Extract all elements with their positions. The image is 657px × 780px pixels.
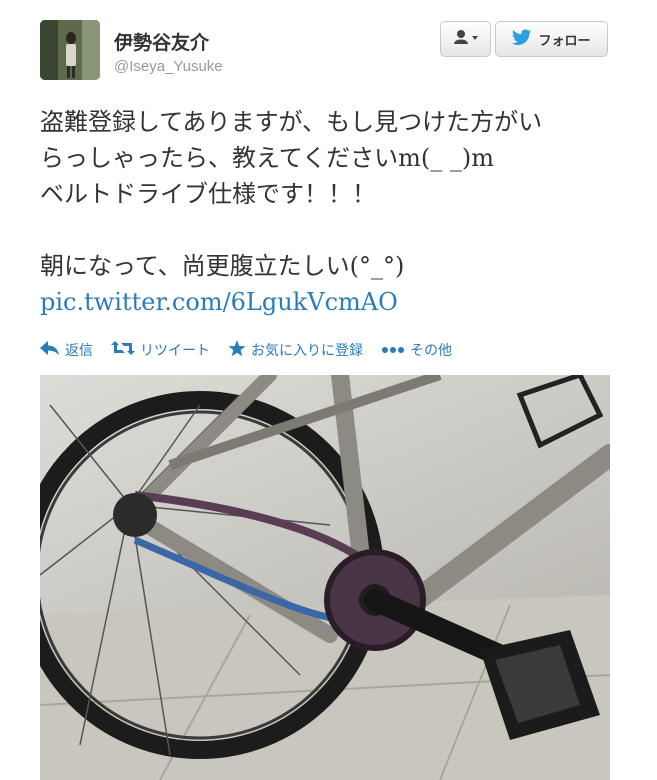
twitter-bird-icon — [512, 29, 532, 49]
more-dots-icon — [381, 342, 405, 358]
tweet-line: らっしゃったら、教えてくださいm(_ _)m — [40, 144, 494, 172]
retweet-icon — [111, 341, 135, 359]
tweet-photo-bicycle[interactable] — [40, 375, 610, 780]
tweet-line: ベルトドライブ仕様です！！！ — [40, 180, 376, 208]
reply-action[interactable]: 返信 — [40, 340, 93, 360]
favorite-action[interactable]: お気に入りに登録 — [228, 339, 363, 361]
tweet-line — [40, 212, 640, 248]
more-action[interactable]: その他 — [381, 340, 452, 360]
follow-button[interactable]: フォロー — [495, 21, 608, 57]
display-name[interactable]: 伊勢谷友介 — [114, 28, 209, 55]
user-actions-button[interactable] — [440, 21, 491, 57]
tweet-actions: 返信 リツイート お気に入りに登録 その他 — [40, 339, 470, 361]
avatar[interactable] — [40, 20, 100, 80]
reply-label: 返信 — [65, 343, 93, 359]
user-dropdown-icon — [453, 29, 479, 49]
star-icon — [228, 339, 246, 361]
tweet-media-link[interactable]: pic.twitter.com/6LgukVcmAO — [40, 284, 640, 320]
screen-name[interactable]: @Iseya_Yusuke — [114, 58, 223, 75]
tweet-line: 朝になって、尚更腹立たしい(°_°) — [40, 252, 405, 280]
more-label: その他 — [410, 343, 452, 359]
follow-button-label: フォロー — [538, 33, 591, 49]
retweet-action[interactable]: リツイート — [111, 340, 210, 360]
reply-icon — [40, 341, 60, 359]
favorite-label: お気に入りに登録 — [251, 343, 363, 359]
tweet-text: 盗難登録してありますが、もし見つけた方がい らっしゃったら、教えてくださいm(_… — [40, 104, 640, 320]
retweet-label: リツイート — [140, 343, 210, 359]
tweet-line: 盗難登録してありますが、もし見つけた方がい — [40, 108, 543, 136]
